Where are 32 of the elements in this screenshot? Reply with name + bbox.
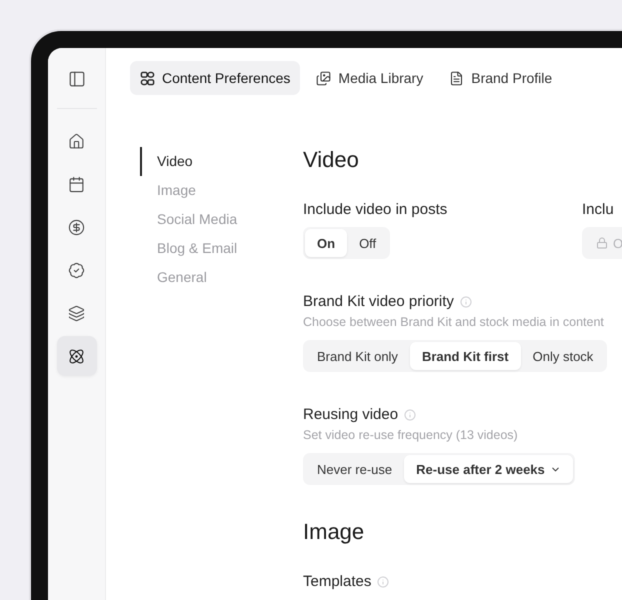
dropdown-option[interactable]: Re-use after 2 weeks — [404, 455, 573, 483]
dollar-icon — [68, 218, 85, 236]
layers-icon — [68, 304, 85, 322]
home-icon — [68, 132, 85, 150]
badge-check-icon — [68, 262, 85, 278]
panel-icon — [68, 70, 86, 88]
section-heading: Video — [303, 147, 360, 173]
setting-description: Set video re-use frequency (13 videos) — [303, 428, 519, 442]
lock-icon — [596, 237, 608, 249]
option-button[interactable]: Brand Kit only — [305, 342, 410, 370]
setting-description: Choose between Brand Kit and stock media in content — [303, 315, 605, 329]
subnav-item[interactable]: Video — [140, 147, 193, 176]
setting-title: Brand Kit video priority — [303, 293, 454, 310]
tab[interactable]: Media Library — [306, 61, 434, 95]
option-button[interactable]: Off — [347, 229, 388, 257]
toggles-icon — [140, 70, 155, 86]
calendar-icon — [68, 176, 85, 192]
setting-title: Inclu — [582, 201, 614, 218]
option-button[interactable]: On — [305, 229, 348, 257]
atom-icon — [68, 348, 85, 364]
option-button[interactable]: Brand Kit first — [410, 342, 521, 370]
setting-title: Include video in posts — [303, 201, 448, 218]
option-button[interactable]: Never re-use — [305, 455, 404, 483]
tab[interactable]: Content Preferences — [130, 61, 300, 95]
images-icon — [316, 70, 332, 86]
document-icon — [449, 70, 464, 86]
setting-title: Reusing video — [303, 406, 398, 423]
tab[interactable]: Brand Profile — [439, 61, 562, 95]
sidebar-item[interactable] — [56, 336, 96, 376]
section-heading: Image — [303, 519, 366, 545]
option-button[interactable]: Only stock — [520, 342, 606, 370]
setting-title: Templates — [303, 573, 372, 590]
